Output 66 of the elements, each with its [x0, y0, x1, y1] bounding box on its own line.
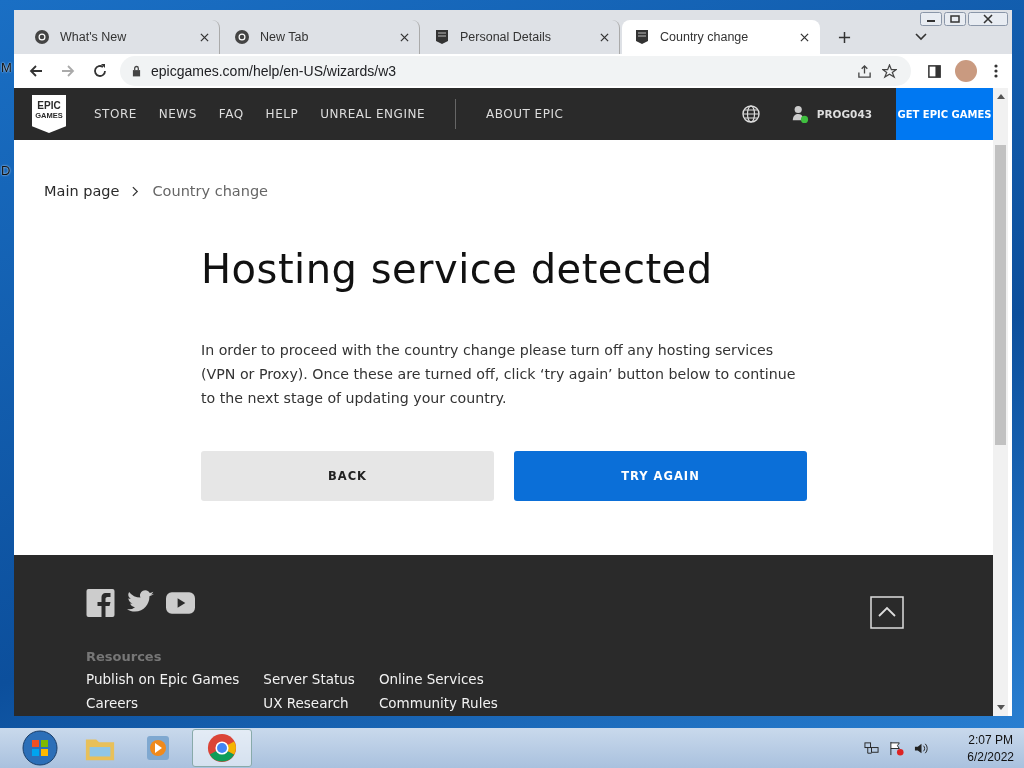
page-heading: Hosting service detected: [201, 246, 714, 292]
close-icon[interactable]: [800, 32, 809, 42]
facebook-icon[interactable]: [86, 589, 115, 617]
shield-logo-icon: [434, 29, 450, 45]
lock-icon: [132, 65, 141, 77]
get-epic-games-button[interactable]: GET EPIC GAMES: [896, 88, 993, 140]
new-tab-icon[interactable]: [838, 31, 851, 44]
share-icon[interactable]: [857, 63, 872, 79]
back-arrow-icon[interactable]: [28, 63, 44, 79]
clock-date[interactable]: 6/2/2022: [967, 749, 1014, 764]
shield-logo-icon: [634, 29, 650, 45]
nav-link[interactable]: ABOUT EPIC: [486, 107, 564, 121]
tab-list-caret-icon[interactable]: [915, 33, 927, 41]
nav-link[interactable]: FAQ: [218, 107, 244, 121]
instruction-text: In order to proceed with the country change please turn off any hosting services (VPN or Proxy). Once these are turned off, click ‘try again’ button below to continue to the next stage of updating your country.: [201, 341, 797, 408]
flag-icon[interactable]: [889, 740, 905, 756]
tab-title: What's New: [60, 30, 128, 44]
scroll-up-arrow-icon[interactable]: [996, 93, 1005, 99]
close-window-icon[interactable]: [968, 12, 1008, 26]
browser-logo-icon: [234, 29, 250, 45]
video-play-icon[interactable]: [166, 589, 195, 617]
clock-time[interactable]: 2:07 PM: [968, 732, 1013, 747]
minimize-icon[interactable]: [920, 12, 942, 26]
breadcrumb-link[interactable]: Country change: [152, 183, 269, 199]
footer-link[interactable]: Careers: [86, 691, 240, 715]
start-button-icon[interactable]: [22, 730, 58, 766]
side-panel-icon[interactable]: [927, 63, 942, 79]
footer-link[interactable]: Community Rules: [378, 691, 498, 715]
chevron-icon: [132, 185, 140, 197]
desktop-icon-label: D: [1, 163, 11, 178]
close-icon[interactable]: [400, 32, 409, 42]
desktop-icon-label: M: [1, 60, 12, 75]
nav-link[interactable]: HELP: [265, 107, 299, 121]
scroll-down-arrow-icon[interactable]: [996, 705, 1005, 711]
back-button[interactable]: BACK: [201, 451, 494, 501]
address-bar[interactable]: epicgames.com/help/en-US/wizards/w3: [120, 56, 911, 86]
browser-tab[interactable]: Country change: [622, 20, 820, 54]
reload-icon[interactable]: [92, 63, 108, 79]
url-text: epicgames.com/help/en-US/wizards/w3: [151, 63, 397, 79]
tab-title: New Tab: [260, 30, 310, 44]
tab-title: Personal Details: [460, 30, 552, 44]
footer-link[interactable]: Server Status: [263, 667, 355, 691]
nav-link[interactable]: UNREAL ENGINE: [320, 107, 425, 121]
menu-icon[interactable]: [994, 63, 998, 79]
close-icon[interactable]: [600, 32, 609, 42]
user-icon[interactable]: [790, 104, 809, 124]
star-icon[interactable]: [882, 63, 897, 79]
browser-logo-icon: [206, 733, 238, 763]
breadcrumb-link[interactable]: Main page: [44, 183, 120, 199]
back-to-top-icon[interactable]: [870, 596, 904, 629]
try-again-button[interactable]: TRY AGAIN: [514, 451, 807, 501]
maximize-icon[interactable]: [944, 12, 966, 26]
nav-link[interactable]: NEWS: [158, 107, 197, 121]
footer-link[interactable]: UX Research: [263, 691, 355, 715]
globe-icon[interactable]: [740, 104, 761, 124]
taskbar-app-button[interactable]: [192, 729, 252, 767]
network-icon[interactable]: [864, 740, 880, 756]
browser-logo-icon: [34, 29, 50, 45]
username[interactable]: PROG043: [816, 108, 872, 120]
footer-section-title: Resources: [86, 649, 163, 664]
scrollbar-thumb[interactable]: [995, 145, 1006, 445]
footer-link[interactable]: Publish on Epic Games: [86, 667, 240, 691]
footer-link[interactable]: Online Services: [378, 667, 498, 691]
nav-link[interactable]: STORE: [94, 107, 137, 121]
tab-title: Country change: [660, 30, 750, 44]
close-icon[interactable]: [200, 32, 209, 42]
